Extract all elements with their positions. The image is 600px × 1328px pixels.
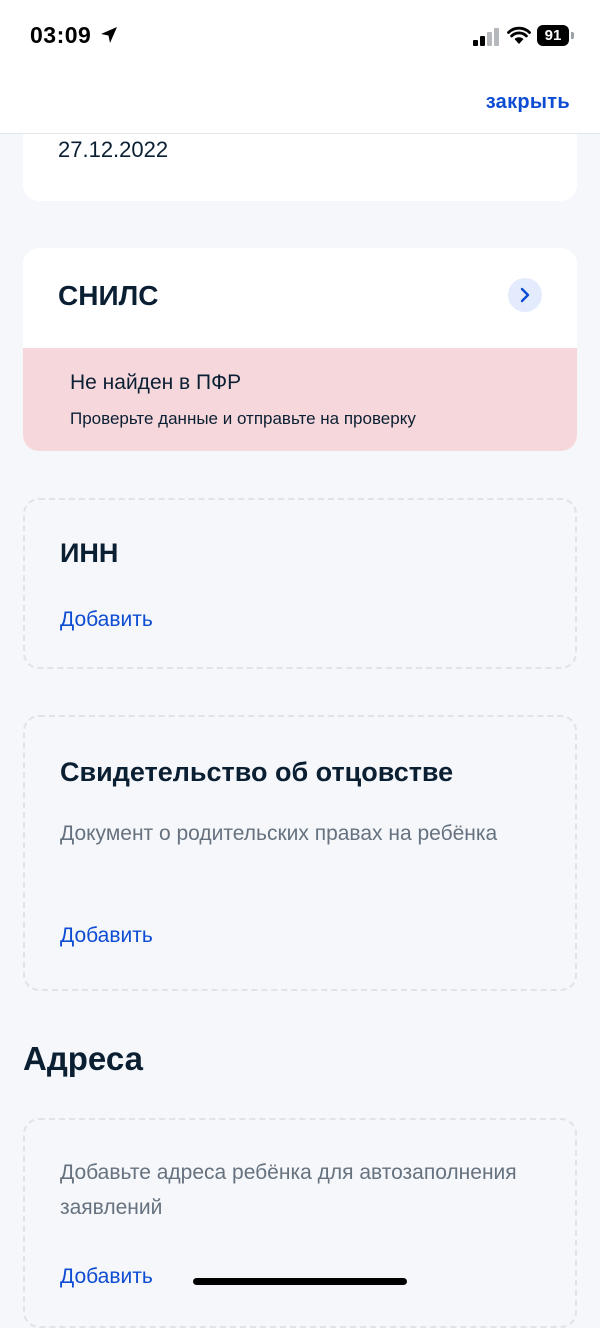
- paternity-certificate-card: Свидетельство об отцовстве Документ о ро…: [23, 715, 577, 991]
- close-button[interactable]: закрыть: [486, 91, 570, 114]
- snils-error-alert: Не найден в ПФР Проверьте данные и отпра…: [23, 348, 577, 451]
- battery-tip: [571, 32, 574, 39]
- snils-open-button[interactable]: [508, 278, 542, 312]
- battery-level: 91: [537, 25, 569, 46]
- battery-icon: 91: [537, 25, 575, 46]
- inn-add-link[interactable]: Добавить: [60, 608, 153, 632]
- addresses-section-title: Адреса: [23, 1040, 143, 1077]
- paternity-add-link[interactable]: Добавить: [60, 924, 153, 948]
- addresses-description: Добавьте адреса ребёнка для автозаполнен…: [60, 1161, 517, 1219]
- chevron-right-icon: [520, 287, 530, 303]
- wifi-icon: [507, 26, 531, 44]
- inn-title: ИНН: [60, 538, 119, 568]
- snils-card[interactable]: СНИЛС Не найден в ПФР Проверьте данные и…: [23, 248, 577, 451]
- paternity-title: Свидетельство об отцовстве: [60, 757, 454, 787]
- status-bar: 03:09 91: [0, 0, 600, 70]
- snils-alert-title: Не найден в ПФР: [70, 371, 242, 394]
- nav-header: закрыть: [0, 70, 600, 134]
- snils-title: СНИЛС: [58, 280, 159, 311]
- location-arrow-icon: [101, 27, 117, 43]
- home-indicator[interactable]: [193, 1278, 407, 1285]
- inn-card: ИНН Добавить: [23, 498, 577, 669]
- snils-alert-text: Проверьте данные и отправьте на проверку: [70, 409, 416, 428]
- addresses-add-link[interactable]: Добавить: [60, 1265, 153, 1289]
- cellular-signal-icon: [473, 28, 499, 46]
- paternity-description: Документ о родительских правах на ребёнк…: [60, 822, 498, 845]
- birth-date-value: 27.12.2022: [58, 137, 169, 162]
- status-time: 03:09: [30, 22, 92, 48]
